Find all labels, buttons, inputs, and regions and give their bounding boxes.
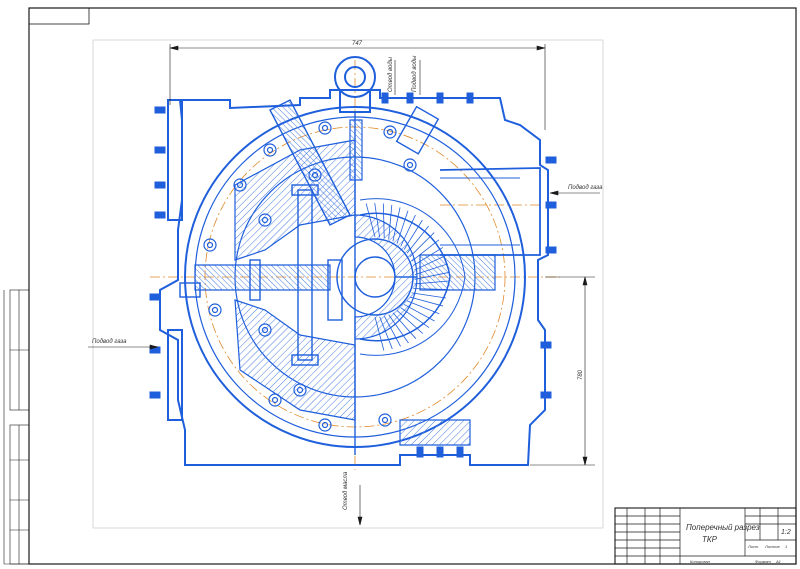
flange-stud [466, 92, 474, 104]
label-water-inlet: Подвод воды [412, 55, 418, 92]
dimension-lines [88, 44, 600, 526]
engineering-drawing-sheet: Подвод газа Подвод газа Отвод масла Подв… [3, 7, 797, 565]
sheets-label: Листов [764, 544, 780, 549]
label-left-gas-inlet: Подвод газа [92, 339, 127, 345]
sheets-count: 1 [785, 544, 787, 549]
bolt-hole [263, 143, 277, 157]
copied-label: Копировал [690, 559, 711, 564]
turbine-blade [409, 296, 444, 307]
bolt-hole [403, 158, 417, 172]
bolt-hole-inner [321, 124, 329, 132]
bolt-hole-inner [206, 241, 214, 249]
flange-stud [416, 446, 424, 458]
flange-stud [545, 156, 557, 164]
turbine-blade [403, 304, 435, 322]
flange-stud [154, 181, 166, 189]
flange-stud [381, 92, 389, 104]
bolt-hole-inner [381, 416, 389, 424]
bolt-hole-inner [386, 128, 394, 136]
flange-stud [545, 246, 557, 254]
flange-stud [545, 201, 557, 209]
shaft-and-studs [179, 99, 440, 366]
bolt-hole-inner [266, 146, 274, 154]
format-label: Формат [755, 559, 772, 564]
flange-stud [456, 446, 464, 458]
bolt-hole-inner [271, 396, 279, 404]
hatched-sections [194, 119, 496, 446]
drawing-title-line2: ТКР [702, 535, 718, 544]
title-block-text: Поперечный разрез ТКР 1:2 Лист Листов 1 … [686, 523, 791, 564]
sheet-label: Лист [747, 544, 759, 549]
flange-stud [154, 106, 166, 114]
flange-stud [406, 92, 414, 104]
label-right-gas-inlet: Подвод газа [568, 185, 603, 191]
flange-stud [540, 391, 552, 399]
dimension-height: 780 [578, 369, 584, 380]
flange-stud [436, 92, 444, 104]
turbine-blade [406, 300, 440, 315]
label-water-outlet: Отвод воды [388, 56, 394, 92]
format-value: А1 [775, 559, 781, 564]
drawing-scale: 1:2 [781, 529, 791, 536]
left-stamp-column [9, 289, 30, 565]
bolt-hole-inner [211, 306, 219, 314]
label-oil-outlet: Отвод масла [343, 471, 349, 510]
flange-stud [149, 391, 161, 399]
turbine-blade [400, 214, 416, 247]
turbine-blade [411, 292, 447, 299]
bolt-hole-inner [321, 421, 329, 429]
flange-stud [154, 211, 166, 219]
flange-stud [540, 341, 552, 349]
bolt-hole [208, 303, 222, 317]
bolt-hole-inner [406, 161, 414, 169]
flange-stud [436, 446, 444, 458]
flange-stud [149, 293, 161, 301]
drawing-title-line1: Поперечный разрез [686, 523, 760, 532]
bolt-hole [318, 121, 332, 135]
dimension-width: 747 [352, 41, 363, 47]
flange-stud [154, 146, 166, 154]
bolt-hole [203, 238, 217, 252]
